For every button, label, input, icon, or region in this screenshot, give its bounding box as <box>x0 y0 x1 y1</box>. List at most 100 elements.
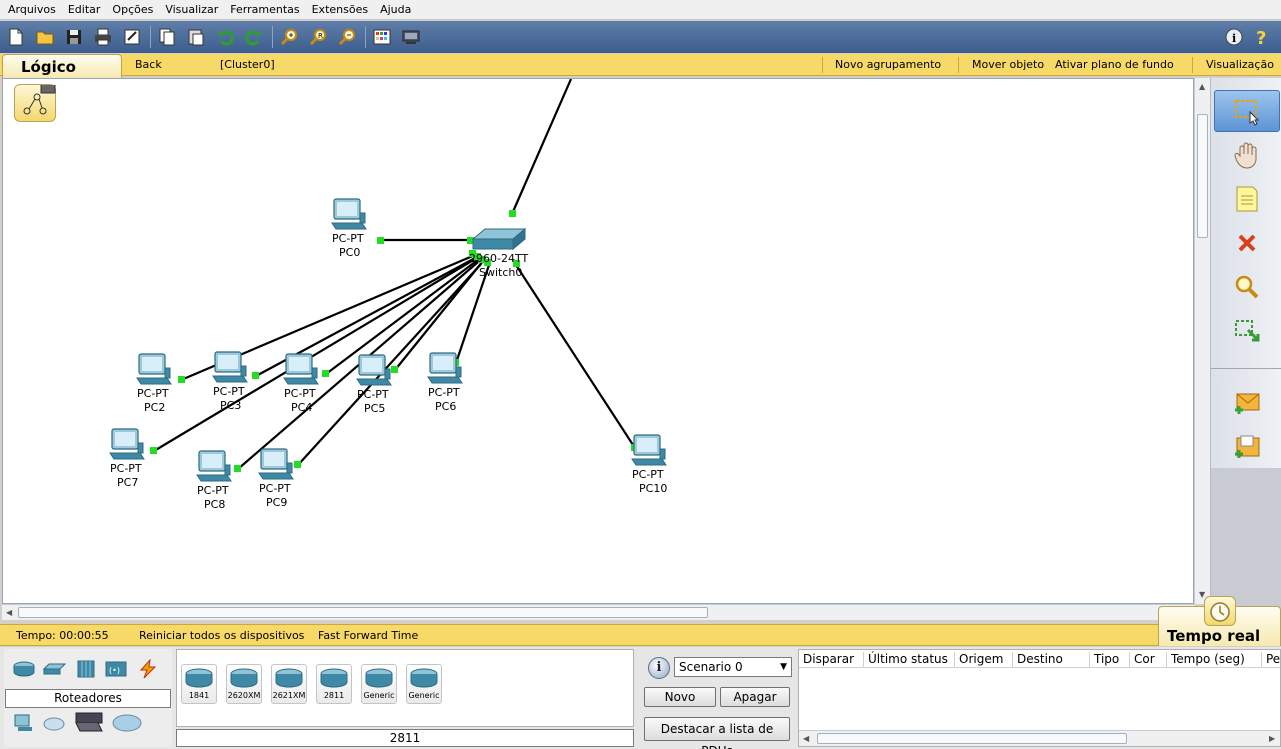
port-light <box>150 447 157 454</box>
router-icon[interactable] <box>12 659 36 679</box>
move-hand-icon[interactable] <box>1214 134 1280 176</box>
logical-view-icon[interactable] <box>14 80 56 122</box>
hub-icon[interactable] <box>74 659 98 679</box>
device-model-tile[interactable]: 2620XM <box>226 664 262 704</box>
set-background-button[interactable]: Ativar plano de fundo <box>1055 58 1174 71</box>
info-icon[interactable]: i <box>1222 25 1246 49</box>
add-simple-pdu-icon[interactable] <box>1214 382 1280 424</box>
resize-shape-icon[interactable] <box>1214 310 1280 352</box>
device-model-tile[interactable]: Generic <box>406 664 442 704</box>
column-destination[interactable]: Destino <box>1012 652 1063 668</box>
column-last-status[interactable]: Último status <box>863 652 948 668</box>
scroll-left-icon[interactable]: ◀ <box>6 608 12 617</box>
pc-device[interactable]: PC-PTPC2 <box>136 353 172 414</box>
pc-device[interactable]: PC-PTPC7 <box>109 428 145 489</box>
menu-opcoes[interactable]: Opções <box>106 3 159 16</box>
paste-icon[interactable] <box>184 25 208 49</box>
pc-device[interactable]: PC-PTPC8 <box>196 450 232 511</box>
scroll-right-icon[interactable]: ▶ <box>1269 734 1275 743</box>
connection-icon[interactable] <box>136 658 160 679</box>
column-periodic[interactable]: Pe <box>1261 652 1280 668</box>
menu-extensoes[interactable]: Extensões <box>306 3 374 16</box>
cluster-breadcrumb: [Cluster0] <box>220 58 275 71</box>
power-cycle-devices-button[interactable]: Reiniciar todos os dispositivos <box>139 629 304 642</box>
help-icon[interactable]: ? <box>1250 25 1274 49</box>
menu-arquivos[interactable]: Arquivos <box>2 3 62 16</box>
wireless-icon[interactable]: (•) <box>104 659 128 679</box>
device-model-list: 1841 2620XM 2621XM 2811 Generic Generic <box>176 649 634 727</box>
device-model-tile[interactable]: 2621XM <box>271 664 307 704</box>
workspace-horizontal-scrollbar[interactable]: ◀ ▶ <box>2 604 1194 620</box>
zoom-out-icon[interactable] <box>335 25 359 49</box>
menu-ajuda[interactable]: Ajuda <box>374 3 417 16</box>
zoom-reset-icon[interactable]: R <box>306 25 330 49</box>
pc-device[interactable]: PC-PTPC9 <box>258 448 294 509</box>
scroll-left-icon[interactable]: ◀ <box>803 734 809 743</box>
undo-icon[interactable] <box>213 25 237 49</box>
menu-visualizar[interactable]: Visualizar <box>159 3 224 16</box>
column-source[interactable]: Origem <box>954 652 1003 668</box>
menu-ferramentas[interactable]: Ferramentas <box>224 3 305 16</box>
column-color[interactable]: Cor <box>1129 652 1155 668</box>
column-time[interactable]: Tempo (seg) <box>1166 652 1245 668</box>
back-button[interactable]: Back <box>135 58 162 71</box>
end-device-icon[interactable] <box>12 713 36 733</box>
scenario-select[interactable]: Scenario 0 ▼ <box>674 657 792 677</box>
activity-wizard-icon[interactable] <box>120 25 144 49</box>
wan-cloud-icon[interactable] <box>42 713 66 733</box>
logical-workspace-canvas[interactable]: 2960-24TT Switch0 PC-PT PC0 PC-PT PC2 PC-PT P… <box>2 78 1194 604</box>
clock-icon[interactable] <box>1204 596 1236 626</box>
copy-icon[interactable] <box>155 25 179 49</box>
new-cluster-button[interactable]: Novo agrupamento <box>835 58 941 71</box>
scroll-up-icon[interactable]: ▲ <box>1199 82 1205 91</box>
pc-device[interactable]: PC-PTPC0 <box>331 198 367 259</box>
switch-icon[interactable] <box>42 659 67 679</box>
new-file-icon[interactable] <box>4 25 28 49</box>
menu-bar: Arquivos Editar Opções Visualizar Ferram… <box>0 0 1281 20</box>
inspect-icon[interactable] <box>1214 266 1280 308</box>
link-pc7[interactable] <box>153 258 476 452</box>
menu-editar[interactable]: Editar <box>62 3 107 16</box>
move-object-button[interactable]: Mover objeto <box>972 58 1044 71</box>
save-icon[interactable] <box>62 25 86 49</box>
toggle-pdu-list-button[interactable]: Destacar a lista de PDUs <box>644 717 790 749</box>
open-folder-icon[interactable] <box>33 25 57 49</box>
pc-name-label: PC0 <box>339 246 360 259</box>
pc-device[interactable]: PC-PTPC3 <box>212 351 248 412</box>
device-model-tile[interactable]: 1841 <box>181 664 217 704</box>
select-tool-icon[interactable] <box>1214 90 1280 132</box>
custom-device-icon[interactable] <box>74 711 103 732</box>
print-icon[interactable] <box>91 25 115 49</box>
column-type[interactable]: Tipo <box>1089 652 1119 668</box>
workspace-vertical-scrollbar[interactable]: ▲ ▼ <box>1194 78 1210 604</box>
palette-icon[interactable] <box>370 25 394 49</box>
fast-forward-time-button[interactable]: Fast Forward Time <box>318 629 418 642</box>
switch-device[interactable]: 2960-24TT Switch0 <box>469 227 528 279</box>
pc-device[interactable]: PC-PTPC5 <box>356 354 392 415</box>
custom-device-icon[interactable] <box>399 25 423 49</box>
device-model-tile[interactable]: Generic <box>361 664 397 704</box>
redo-icon[interactable] <box>242 25 266 49</box>
pdu-horizontal-scrollbar[interactable]: ◀ ▶ <box>799 730 1280 746</box>
uplink-cable[interactable] <box>510 79 573 215</box>
vertical-scroll-thumb[interactable] <box>1197 114 1208 238</box>
delete-icon[interactable] <box>1214 222 1280 264</box>
pdu-scroll-thumb[interactable] <box>817 733 1127 744</box>
add-complex-pdu-icon[interactable] <box>1214 426 1280 468</box>
common-tools-bar <box>1210 78 1281 623</box>
new-scenario-button[interactable]: Novo <box>644 687 716 707</box>
multiuser-icon[interactable] <box>112 713 142 733</box>
info-icon[interactable]: i <box>648 657 670 679</box>
pc-device[interactable]: PC-PTPC10 <box>631 434 667 495</box>
delete-scenario-button[interactable]: Apagar <box>720 687 790 707</box>
device-model-tile[interactable]: 2811 <box>316 664 352 704</box>
device-model-label: Generic <box>408 691 440 700</box>
note-icon[interactable] <box>1214 178 1280 220</box>
link-pc6[interactable] <box>454 264 491 364</box>
viewport-button[interactable]: Visualização <box>1206 58 1274 71</box>
logical-tab[interactable]: Lógico <box>2 54 122 78</box>
zoom-in-icon[interactable] <box>277 25 301 49</box>
horizontal-scroll-thumb[interactable] <box>18 607 708 618</box>
column-fire[interactable]: Disparar <box>799 652 854 668</box>
link-pc10[interactable] <box>515 264 636 449</box>
